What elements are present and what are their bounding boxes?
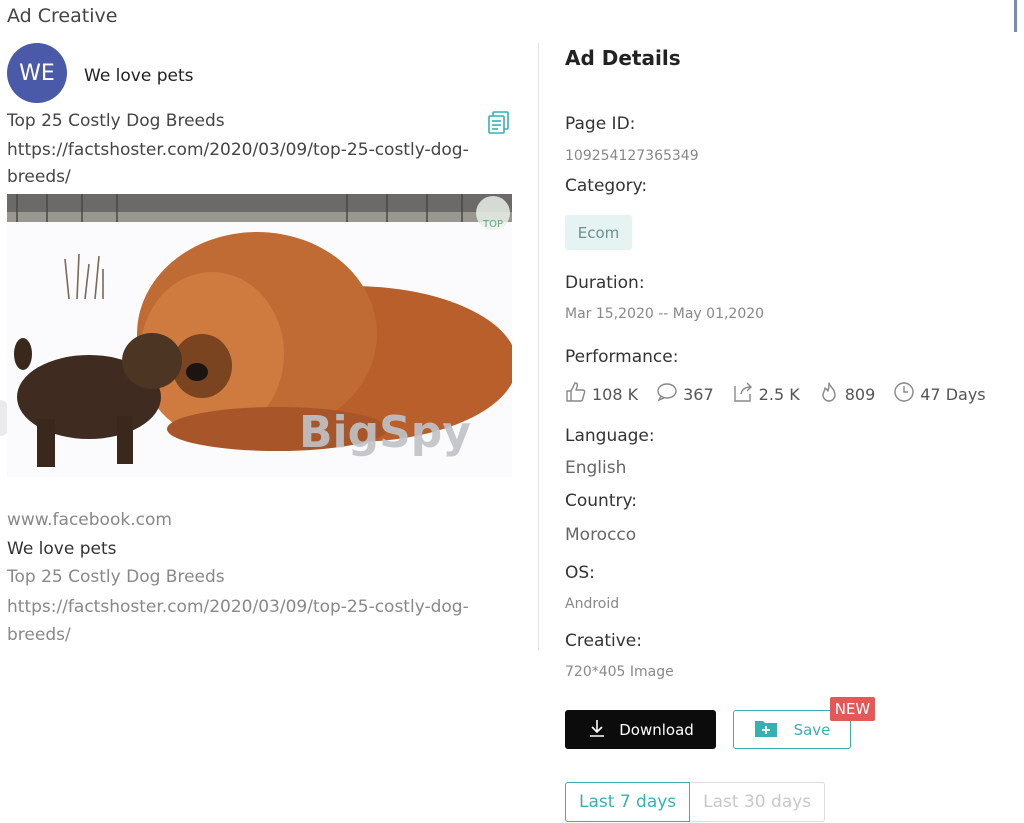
- language-label: Language:: [565, 426, 655, 446]
- shares-count: 2.5 K: [758, 384, 800, 404]
- copy-icon[interactable]: [486, 109, 512, 135]
- likes-count: 108 K: [592, 384, 639, 404]
- hot-stat: 809: [818, 381, 876, 407]
- creative-value: 720*405 Image: [565, 664, 674, 680]
- duration-value: Mar 15,2020 -- May 01,2020: [565, 306, 765, 322]
- comments-stat: 367: [656, 381, 714, 407]
- category-label: Category:: [565, 176, 648, 196]
- days-count: 47 Days: [920, 384, 986, 404]
- page-id-value: 109254127365349: [565, 148, 699, 164]
- save-label: Save: [793, 720, 831, 739]
- comments-count: 367: [683, 384, 714, 404]
- likes-stat: 108 K: [565, 381, 638, 407]
- ad-image[interactable]: TOP BigSpy: [7, 194, 512, 477]
- ad-url[interactable]: https://factshoster.com/2020/03/09/top-2…: [7, 137, 497, 191]
- link-domain: www.facebook.com: [7, 510, 172, 530]
- image-watermark: BigSpy: [299, 407, 471, 458]
- performance-label: Performance:: [565, 347, 679, 367]
- page-id-label: Page ID:: [565, 114, 636, 134]
- clock-icon: [893, 381, 920, 407]
- share-icon: [732, 381, 759, 407]
- section-title: Ad Creative: [7, 5, 118, 27]
- link-title: Top 25 Costly Dog Breeds: [7, 567, 225, 587]
- link-url[interactable]: https://factshoster.com/2020/03/09/top-2…: [7, 593, 497, 649]
- language-value: English: [565, 458, 627, 478]
- days-stat: 47 Days: [893, 381, 986, 407]
- scrollbar[interactable]: [1014, 0, 1017, 32]
- download-button[interactable]: Download: [565, 710, 716, 749]
- flame-icon: [818, 381, 845, 407]
- country-value: Morocco: [565, 525, 637, 545]
- comment-icon: [656, 381, 683, 407]
- thumbs-up-icon: [565, 381, 592, 407]
- range-last-30-days[interactable]: Last 30 days: [690, 782, 826, 822]
- hot-count: 809: [844, 384, 876, 404]
- column-divider: [538, 43, 539, 650]
- category-tag[interactable]: Ecom: [565, 215, 632, 250]
- advertiser-name[interactable]: We love pets: [84, 66, 194, 86]
- folder-plus-icon: [754, 718, 794, 742]
- range-last-7-days[interactable]: Last 7 days: [565, 782, 691, 822]
- date-range-toggle: Last 7 days Last 30 days: [565, 782, 826, 822]
- ad-title: Top 25 Costly Dog Breeds: [7, 111, 225, 131]
- duration-label: Duration:: [565, 273, 645, 293]
- details-title: Ad Details: [565, 46, 681, 70]
- download-label: Download: [619, 720, 694, 739]
- country-label: Country:: [565, 491, 638, 511]
- performance-row: 108 K 367 2.5 K 809 47 Days: [565, 381, 1004, 407]
- os-label: OS:: [565, 563, 595, 583]
- image-corner-badge: TOP: [482, 219, 503, 230]
- creative-label: Creative:: [565, 631, 642, 651]
- os-value: Android: [565, 596, 620, 612]
- avatar: WE: [7, 43, 67, 103]
- download-icon: [587, 718, 619, 742]
- shares-stat: 2.5 K: [732, 381, 800, 407]
- new-badge: NEW: [830, 697, 875, 721]
- link-name: We love pets: [7, 539, 117, 559]
